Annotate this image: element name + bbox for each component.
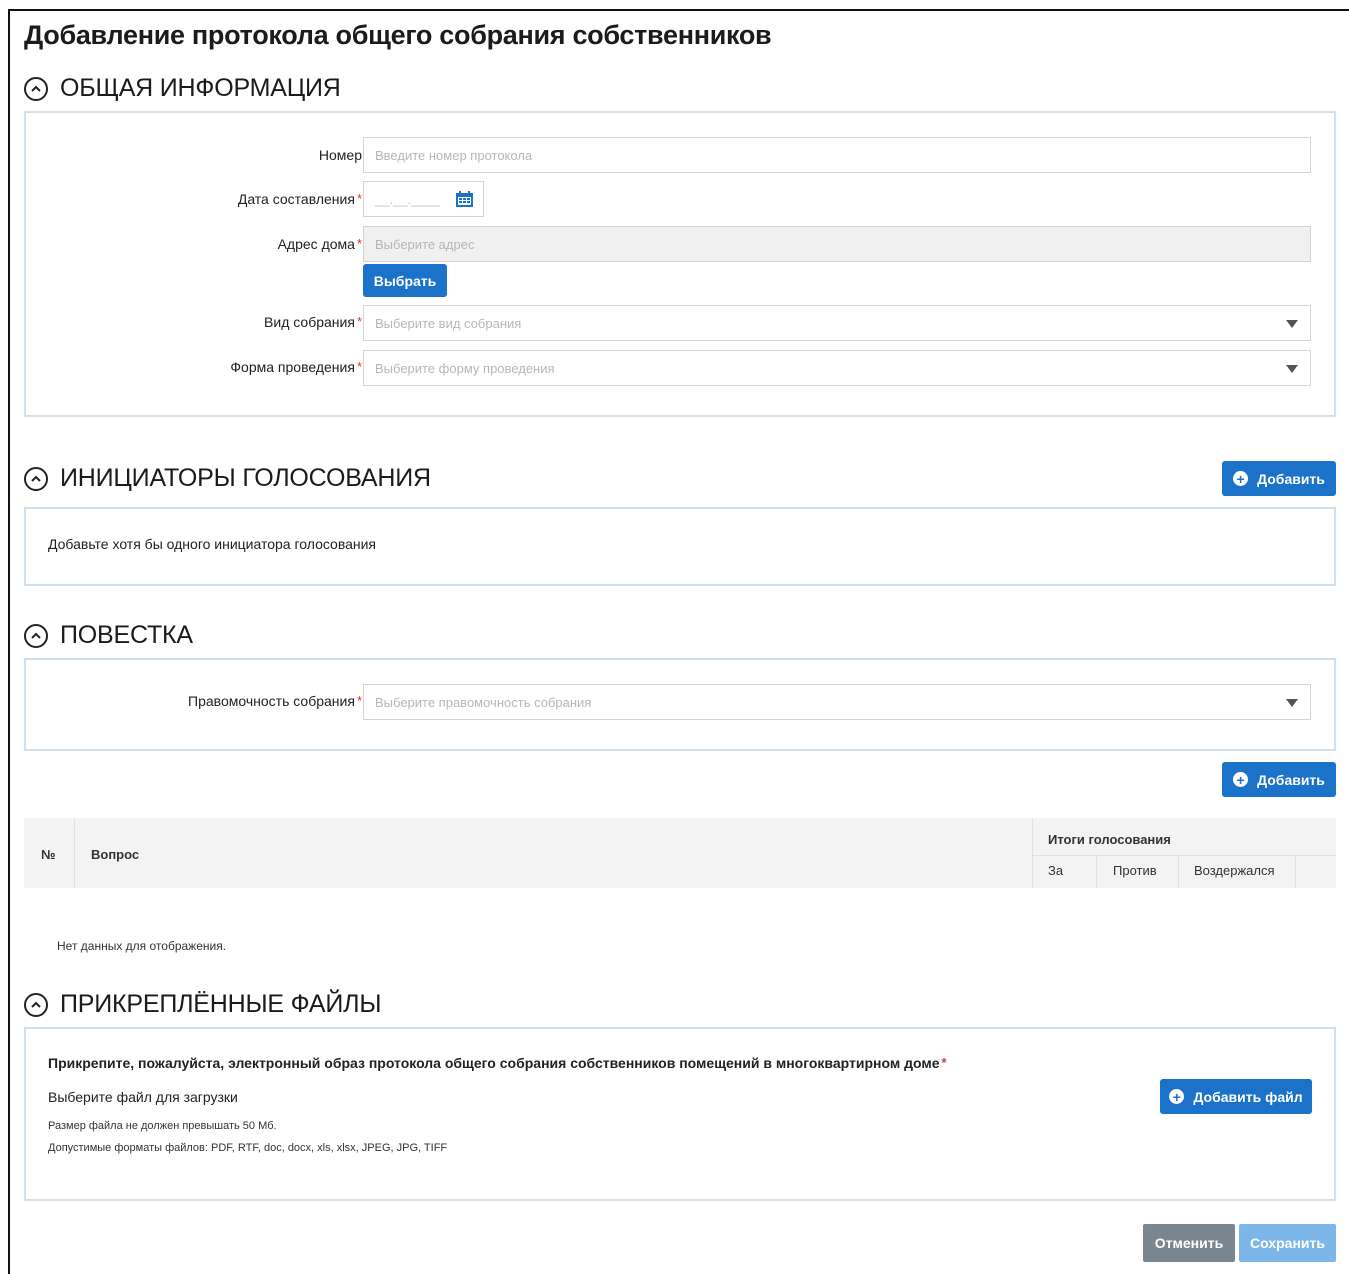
- column-divider: [1096, 855, 1097, 888]
- initiators-panel: Добавьте хотя бы одного инициатора голос…: [24, 507, 1336, 586]
- plus-circle-icon: +: [1233, 471, 1249, 486]
- collapse-chevron-icon[interactable]: [24, 76, 48, 101]
- file-formats-note: Допустимые форматы файлов: PDF, RTF, doc…: [48, 1142, 448, 1154]
- questions-table-header: № Вопрос Итоги голосования За Против Воз…: [24, 818, 1336, 888]
- section-general-header[interactable]: ОБЩАЯ ИНФОРМАЦИЯ: [24, 74, 341, 103]
- column-header-against[interactable]: Против: [1113, 863, 1157, 878]
- column-divider: [1032, 818, 1033, 888]
- address-label: Адрес дома *: [277, 236, 362, 252]
- section-initiators-header[interactable]: ИНИЦИАТОРЫ ГОЛОСОВАНИЯ: [24, 464, 431, 493]
- section-agenda-header[interactable]: ПОВЕСТКА: [24, 621, 193, 650]
- column-divider: [74, 818, 75, 888]
- save-button[interactable]: Сохранить: [1239, 1224, 1336, 1262]
- choose-file-text: Выберите файл для загрузки: [48, 1089, 238, 1105]
- cancel-button[interactable]: Отменить: [1143, 1224, 1235, 1262]
- meeting-form-select[interactable]: Выберите форму проведения: [363, 350, 1311, 386]
- meeting-type-select[interactable]: Выберите вид собрания: [363, 305, 1311, 341]
- collapse-chevron-icon[interactable]: [24, 992, 48, 1017]
- plus-circle-icon: +: [1169, 1089, 1185, 1104]
- address-input: Выберите адрес: [363, 226, 1311, 262]
- file-instruction: Прикрепите, пожалуйста, электронный обра…: [48, 1055, 947, 1071]
- dropdown-arrow-icon[interactable]: [1286, 320, 1298, 328]
- files-panel: Прикрепите, пожалуйста, электронный обра…: [24, 1027, 1336, 1201]
- section-title: ОБЩАЯ ИНФОРМАЦИЯ: [60, 74, 341, 102]
- column-divider: [1178, 855, 1179, 888]
- initiators-empty-text: Добавьте хотя бы одного инициатора голос…: [48, 536, 377, 552]
- dropdown-arrow-icon[interactable]: [1286, 365, 1298, 373]
- calendar-icon[interactable]: [456, 191, 473, 210]
- number-label: Номер: [318, 147, 362, 163]
- add-initiator-button[interactable]: + Добавить: [1222, 461, 1336, 496]
- section-files-header[interactable]: ПРИКРЕПЛЁННЫЕ ФАЙЛЫ: [24, 990, 381, 1019]
- competence-select[interactable]: Выберите правомочность собрания: [363, 684, 1311, 720]
- section-title: ПРИКРЕПЛЁННЫЕ ФАЙЛЫ: [60, 990, 382, 1018]
- column-header-for[interactable]: За: [1048, 863, 1063, 878]
- column-header-results: Итоги голосования: [1048, 832, 1171, 847]
- column-header-number[interactable]: №: [41, 847, 56, 862]
- meeting-type-label: Вид собрания *: [264, 314, 362, 330]
- date-input[interactable]: __.__.____: [363, 181, 484, 217]
- file-size-note: Размер файла не должен превышать 50 Мб.: [48, 1120, 277, 1132]
- date-label: Дата составления *: [237, 191, 362, 207]
- row-divider: [1032, 855, 1336, 856]
- form-label: Форма проведения *: [230, 359, 362, 375]
- dropdown-arrow-icon[interactable]: [1286, 699, 1298, 707]
- collapse-chevron-icon[interactable]: [24, 623, 48, 648]
- select-address-button[interactable]: Выбрать: [363, 264, 447, 297]
- page-title: Добавление протокола общего собрания соб…: [24, 20, 772, 50]
- section-title: ИНИЦИАТОРЫ ГОЛОСОВАНИЯ: [60, 464, 431, 492]
- agenda-panel: Правомочность собрания * Выберите правомо…: [24, 658, 1336, 751]
- section-title: ПОВЕСТКА: [60, 621, 193, 649]
- column-header-abstained[interactable]: Воздержался: [1194, 863, 1275, 878]
- general-info-panel: Номер Введите номер протокола Дата соста…: [24, 111, 1336, 417]
- protocol-number-input[interactable]: Введите номер протокола: [363, 137, 1311, 173]
- add-file-button[interactable]: + Добавить файл: [1160, 1079, 1312, 1114]
- no-data-text: Нет данных для отображения.: [57, 939, 227, 953]
- collapse-chevron-icon[interactable]: [24, 466, 48, 491]
- column-header-question[interactable]: Вопрос: [91, 847, 139, 862]
- competence-label: Правомочность собрания *: [188, 693, 362, 709]
- add-question-button[interactable]: + Добавить: [1222, 762, 1336, 797]
- column-divider: [1295, 855, 1296, 888]
- plus-circle-icon: +: [1233, 772, 1249, 787]
